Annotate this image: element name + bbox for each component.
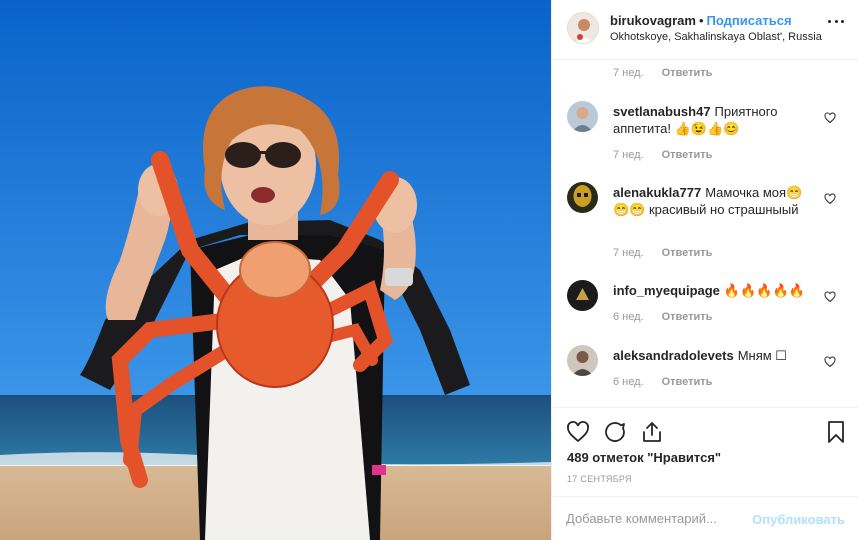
comment-text: info_myequipage 🔥🔥🔥🔥🔥: [613, 282, 818, 299]
comment-time: 6 нед.: [613, 376, 644, 388]
comment-meta: 7 нед. Ответить: [613, 149, 712, 161]
commenter-username[interactable]: aleksandradolevets: [613, 348, 734, 363]
reply-button[interactable]: Ответить: [662, 149, 713, 161]
comment-meta: 6 нед. Ответить: [613, 376, 712, 388]
follow-button[interactable]: Подписаться: [707, 13, 792, 28]
commenter-avatar[interactable]: [567, 345, 598, 376]
post-date: 17 сентября: [567, 474, 632, 484]
comment-text: svetlanabush47 Приятного аппетита! 👍😉👍😊: [613, 103, 818, 137]
author-avatar[interactable]: [567, 12, 599, 44]
author-username[interactable]: birukovagram: [610, 13, 696, 28]
comment-time: 6 нед.: [613, 311, 644, 323]
reply-button[interactable]: Ответить: [662, 247, 713, 259]
heart-icon[interactable]: [566, 420, 590, 444]
comment-body: Мням ☐: [737, 348, 787, 363]
heart-icon[interactable]: [824, 291, 836, 303]
commenter-avatar-image: [567, 101, 598, 132]
share-icon[interactable]: [640, 420, 664, 444]
publish-button[interactable]: Опубликовать: [752, 512, 845, 527]
commenter-avatar-image: [567, 182, 598, 213]
commenter-avatar[interactable]: [567, 101, 598, 132]
bookmark-icon[interactable]: [824, 420, 848, 444]
likes-count[interactable]: 489 отметок "Нравится": [567, 450, 721, 465]
comment-meta: 6 нед. Ответить: [613, 311, 712, 323]
add-comment-bar: Опубликовать: [552, 496, 858, 540]
comment-text: alenakukla777 Мамочка моя😁😁😁 красивый но …: [613, 184, 818, 218]
comment-body: 🔥🔥🔥🔥🔥: [723, 283, 805, 298]
author-avatar-image: [568, 13, 598, 43]
post-header: birukovagram • Подписаться Okhotskoye, Sak…: [552, 0, 858, 60]
comment-text: aleksandradolevets Мням ☐: [613, 347, 818, 364]
post-actions: 489 отметок "Нравится" 17 сентября: [552, 407, 858, 487]
comment-icon[interactable]: [603, 420, 627, 444]
comment-meta: 7 нед. Ответить: [613, 67, 712, 79]
commenter-avatar-image: [567, 280, 598, 311]
heart-icon[interactable]: [824, 356, 836, 368]
comments-list[interactable]: 7 нед. Ответить svetlanabush47 Приятного а…: [552, 61, 858, 407]
header-separator: •: [698, 13, 704, 28]
comment-meta: 7 нед. Ответить: [613, 247, 712, 259]
comment-time: 7 нед.: [613, 67, 644, 79]
commenter-avatar-image: [567, 345, 598, 376]
reply-button[interactable]: Ответить: [662, 376, 713, 388]
commenter-avatar[interactable]: [567, 280, 598, 311]
comment-time: 7 нед.: [613, 149, 644, 161]
post-location[interactable]: Okhotskoye, Sakhalinskaya Oblast', Russi…: [610, 31, 822, 43]
commenter-avatar[interactable]: [567, 182, 598, 213]
commenter-username[interactable]: alenakukla777: [613, 185, 701, 200]
comment-input[interactable]: [566, 511, 746, 526]
post-photo[interactable]: [0, 0, 551, 540]
heart-icon[interactable]: [824, 193, 836, 205]
post-panel: birukovagram • Подписаться Okhotskoye, Sak…: [551, 0, 858, 540]
reply-button[interactable]: Ответить: [662, 311, 713, 323]
header-line: birukovagram • Подписаться: [610, 13, 792, 28]
commenter-username[interactable]: info_myequipage: [613, 283, 720, 298]
more-icon[interactable]: [828, 20, 844, 26]
commenter-username[interactable]: svetlanabush47: [613, 104, 711, 119]
heart-icon[interactable]: [824, 112, 836, 124]
comment-time: 7 нед.: [613, 247, 644, 259]
reply-button[interactable]: Ответить: [662, 67, 713, 79]
photo-illustration: [0, 0, 551, 540]
